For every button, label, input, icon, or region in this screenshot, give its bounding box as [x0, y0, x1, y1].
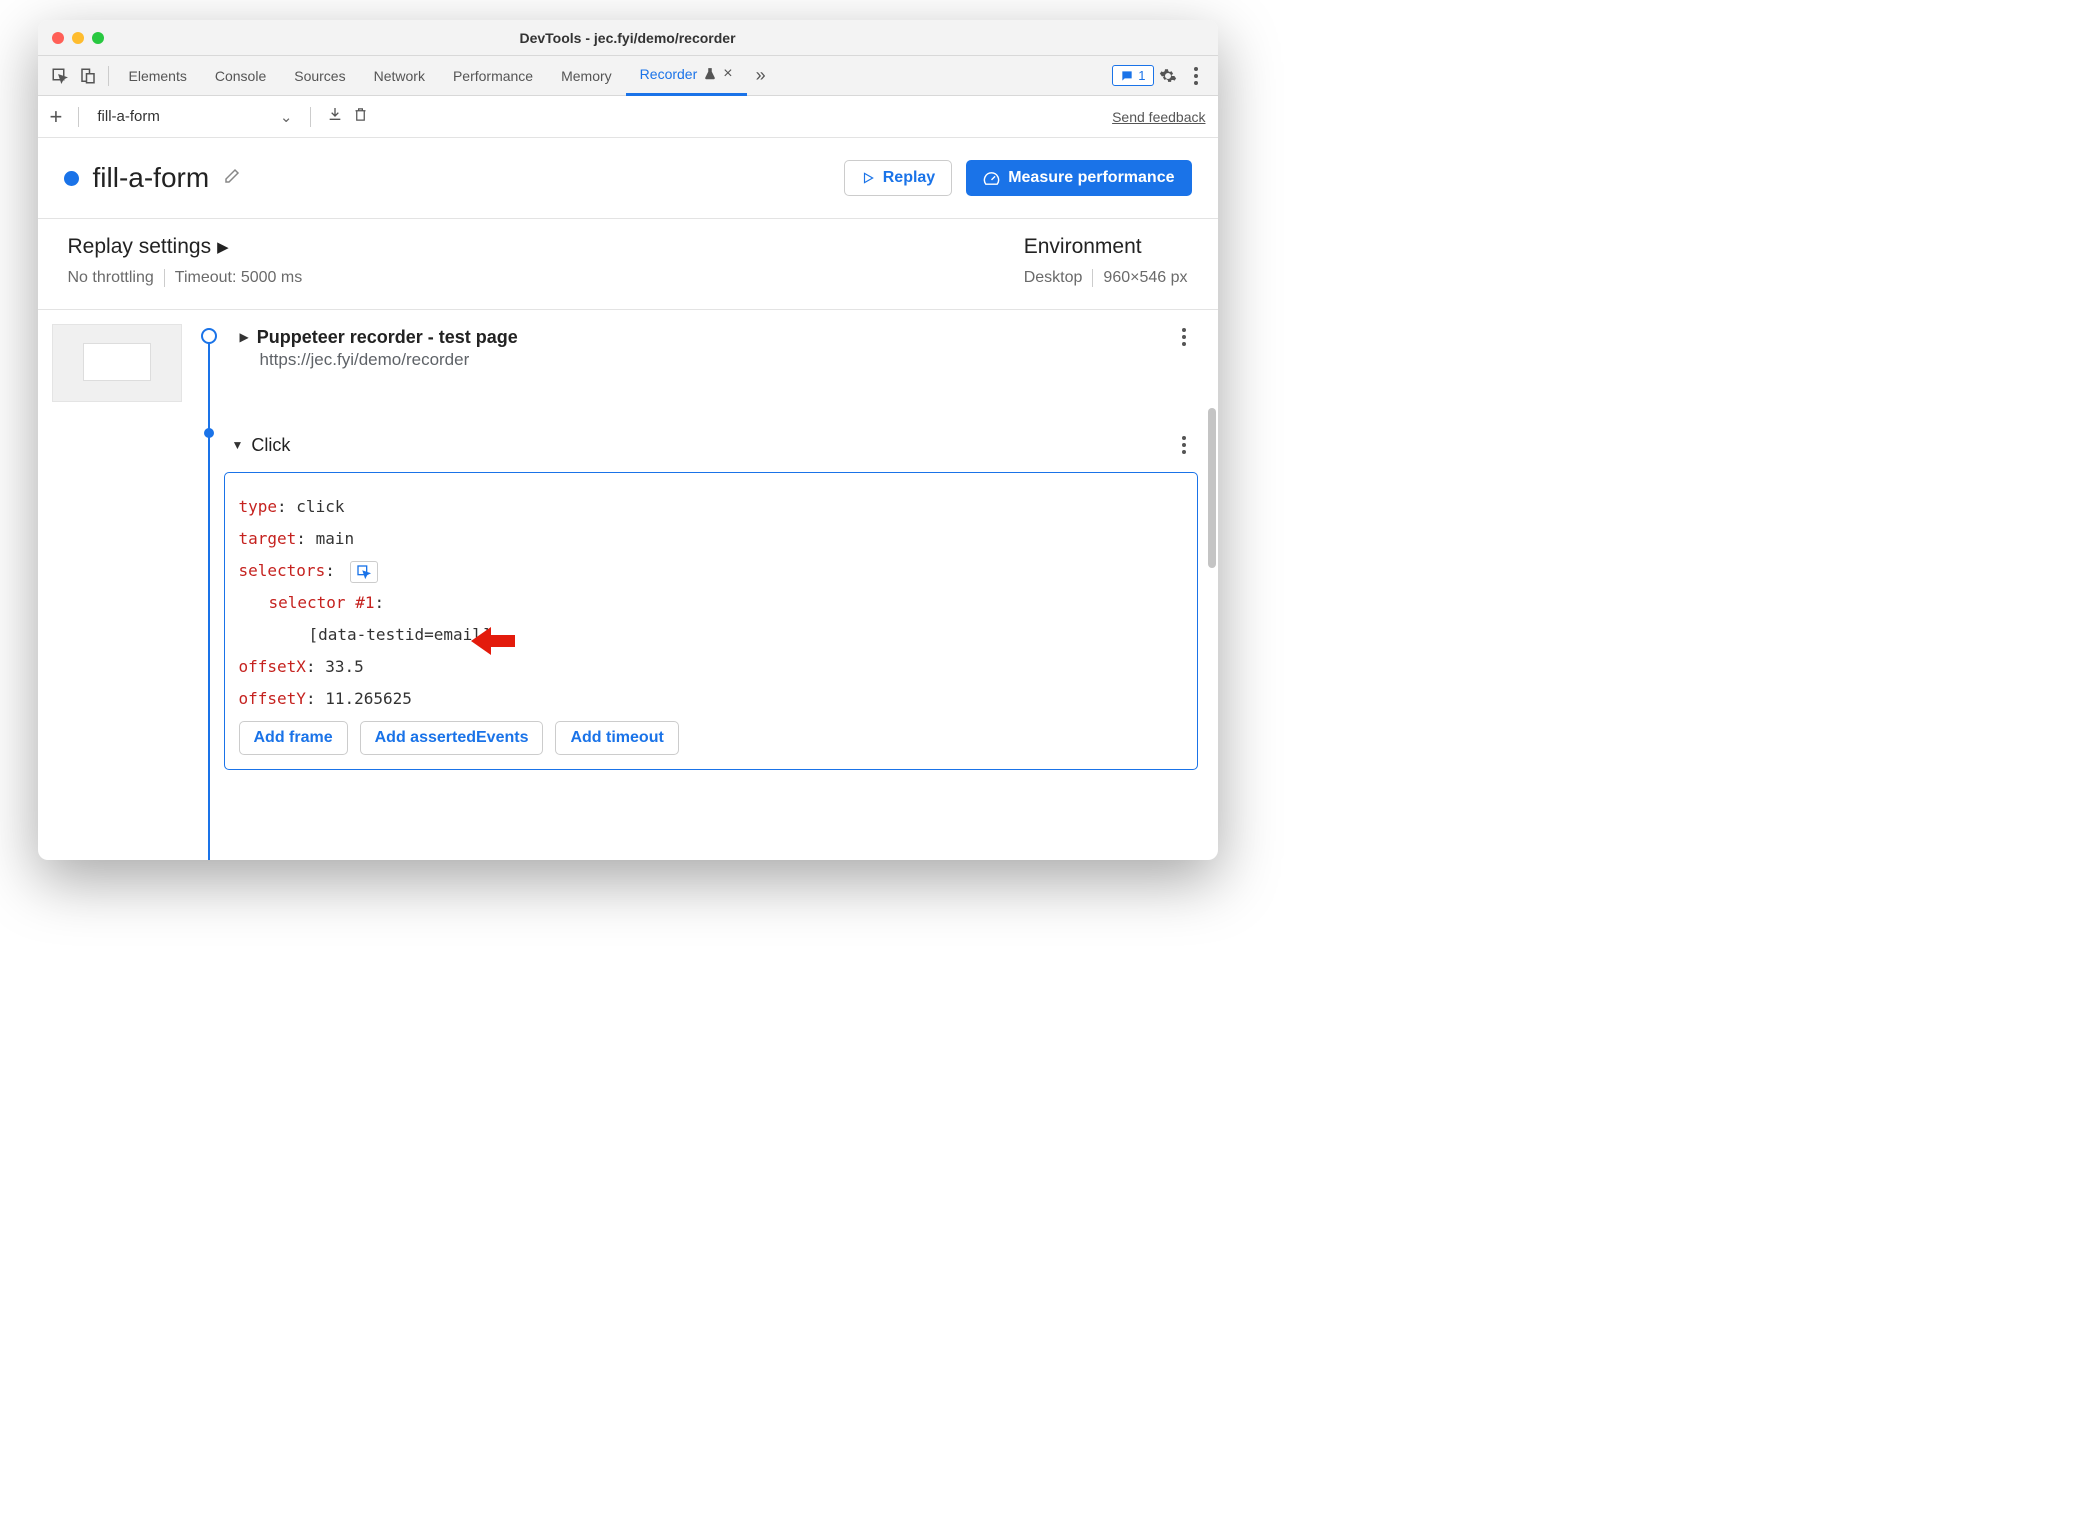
- scrollbar[interactable]: [1208, 408, 1216, 568]
- recording-name: fill-a-form: [93, 162, 210, 194]
- pick-selector-icon[interactable]: [350, 561, 378, 583]
- steps-content: ▶ Puppeteer recorder - test page https:/…: [38, 310, 1218, 860]
- recorder-toolbar: + fill-a-form ⌄ Send feedback: [38, 96, 1218, 138]
- divider: [1092, 269, 1093, 287]
- kebab-menu-icon[interactable]: [1182, 62, 1210, 90]
- prop-key: type: [239, 497, 278, 516]
- chevron-right-icon: ▶: [217, 238, 229, 256]
- flask-icon: [703, 67, 717, 81]
- selector-label: selector #1: [269, 593, 375, 612]
- replay-settings-toggle[interactable]: Replay settings ▶: [68, 235, 303, 259]
- send-feedback-link[interactable]: Send feedback: [1112, 109, 1205, 125]
- step-menu-icon[interactable]: [1178, 324, 1190, 350]
- selector-value[interactable]: [data-testid=email]: [309, 625, 492, 644]
- throttling-label: No throttling: [68, 269, 154, 287]
- divider: [164, 269, 165, 287]
- step-url: https://jec.fyi/demo/recorder: [260, 350, 1198, 370]
- timeout-label: Timeout: 5000 ms: [175, 269, 302, 287]
- more-tabs-icon[interactable]: »: [747, 62, 775, 90]
- tab-sources[interactable]: Sources: [280, 56, 359, 96]
- expand-down-icon: ▼: [232, 438, 244, 452]
- tab-performance[interactable]: Performance: [439, 56, 547, 96]
- chat-icon: [1120, 69, 1134, 83]
- tab-console[interactable]: Console: [201, 56, 280, 96]
- edit-name-icon[interactable]: [223, 167, 241, 190]
- step-detail-box: type: click target: main selectors: sele…: [224, 472, 1198, 770]
- step-click-header[interactable]: ▼ Click: [232, 432, 1198, 458]
- add-asserted-events-button[interactable]: Add assertedEvents: [360, 721, 544, 755]
- add-recording-button[interactable]: +: [50, 104, 63, 130]
- environment-title: Environment: [1024, 235, 1188, 259]
- gauge-icon: [983, 170, 1000, 187]
- titlebar: DevTools - jec.fyi/demo/recorder: [38, 20, 1218, 56]
- devtools-tabbar: Elements Console Sources Network Perform…: [38, 56, 1218, 96]
- page-thumbnail: [52, 324, 182, 402]
- device-toggle-icon[interactable]: [74, 62, 102, 90]
- timeline-line: [208, 334, 210, 860]
- settings-row: Replay settings ▶ No throttling Timeout:…: [38, 219, 1218, 310]
- prop-value[interactable]: main: [316, 529, 355, 548]
- step-header[interactable]: ▶ Puppeteer recorder - test page: [240, 324, 1198, 350]
- devtools-window: DevTools - jec.fyi/demo/recorder Element…: [38, 20, 1218, 860]
- prop-key: offsetX: [239, 657, 306, 676]
- prop-value[interactable]: 11.265625: [325, 689, 412, 708]
- replay-button[interactable]: Replay: [844, 160, 952, 196]
- arrow-left-icon: [469, 605, 517, 689]
- delete-icon[interactable]: [353, 106, 368, 128]
- prop-value[interactable]: 33.5: [325, 657, 364, 676]
- recording-select[interactable]: fill-a-form ⌄: [95, 108, 294, 126]
- divider: [78, 107, 79, 127]
- add-timeout-button[interactable]: Add timeout: [555, 721, 678, 755]
- timeline-node-icon: [201, 328, 217, 344]
- chevron-down-icon: ⌄: [280, 108, 293, 126]
- step-initial: ▶ Puppeteer recorder - test page https:/…: [240, 324, 1198, 370]
- add-frame-button[interactable]: Add frame: [239, 721, 348, 755]
- close-tab-icon[interactable]: ×: [723, 65, 732, 83]
- status-dot-icon: [64, 171, 79, 186]
- expand-right-icon: ▶: [240, 330, 249, 344]
- divider: [108, 66, 109, 86]
- prop-key: target: [239, 529, 297, 548]
- window-title: DevTools - jec.fyi/demo/recorder: [38, 30, 1218, 46]
- inspect-icon[interactable]: [46, 62, 74, 90]
- export-icon[interactable]: [327, 106, 343, 127]
- tab-memory[interactable]: Memory: [547, 56, 626, 96]
- play-icon: [861, 171, 875, 185]
- tab-elements[interactable]: Elements: [115, 56, 201, 96]
- prop-value[interactable]: click: [296, 497, 344, 516]
- issues-badge[interactable]: 1: [1112, 65, 1153, 86]
- timeline-dot-icon: [204, 428, 214, 438]
- divider: [310, 107, 311, 127]
- prop-key: selectors: [239, 561, 326, 580]
- recording-header: fill-a-form Replay Measure performance: [38, 138, 1218, 219]
- settings-gear-icon[interactable]: [1154, 62, 1182, 90]
- measure-performance-button[interactable]: Measure performance: [966, 160, 1191, 196]
- step-menu-icon[interactable]: [1178, 432, 1190, 458]
- dimensions-label: 960×546 px: [1103, 269, 1187, 287]
- tab-network[interactable]: Network: [360, 56, 439, 96]
- prop-key: offsetY: [239, 689, 306, 708]
- tab-recorder[interactable]: Recorder ×: [626, 56, 747, 96]
- device-label: Desktop: [1024, 269, 1083, 287]
- timeline: ▶ Puppeteer recorder - test page https:/…: [190, 324, 1198, 860]
